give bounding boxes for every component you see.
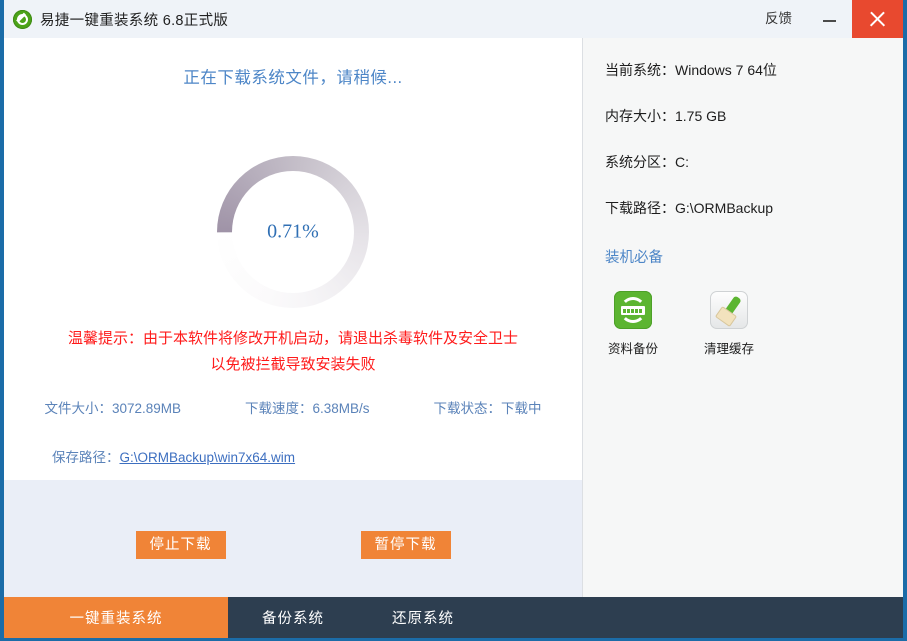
warning-line-2: 以免被拦截导致安装失败 bbox=[210, 356, 376, 373]
save-path-link[interactable]: G:\ORMBackup\win7x64.wim bbox=[120, 450, 296, 465]
application-window: 易捷一键重装系统 6.8正式版 反馈 正在下载系统文件，请稍候... 0.71%… bbox=[0, 0, 907, 641]
minimize-button[interactable] bbox=[806, 0, 852, 38]
download-panel: 正在下载系统文件，请稍候... 0.71% 温馨提示：由于本软件将修改开机启动，… bbox=[4, 38, 582, 597]
save-path-label: 保存路径： bbox=[52, 450, 120, 465]
clean-cache-broom-icon bbox=[710, 291, 748, 329]
tab-one-key-reinstall[interactable]: 一键重装系统 bbox=[4, 597, 228, 638]
tile-data-backup[interactable]: 资料备份 bbox=[605, 291, 661, 357]
download-speed-label: 下载速度：6.38MB/s bbox=[245, 401, 370, 416]
info-row-current-system: 当前系统：Windows 7 64位 bbox=[605, 62, 777, 78]
info-row-system-partition: 系统分区：C: bbox=[605, 154, 689, 170]
system-info-sidebar: 当前系统：Windows 7 64位 内存大小：1.75 GB 系统分区：C: … bbox=[583, 38, 903, 597]
tile-data-backup-label: 资料备份 bbox=[607, 342, 658, 356]
file-size-label: 文件大小：3072.89MB bbox=[44, 401, 182, 416]
minimize-icon bbox=[822, 20, 836, 22]
close-button[interactable] bbox=[852, 0, 903, 38]
download-heading: 正在下载系统文件，请稍候... bbox=[183, 69, 403, 87]
download-state-label: 下载状态：下载中 bbox=[433, 401, 542, 416]
tile-clean-cache[interactable]: 清理缓存 bbox=[701, 291, 757, 357]
tab-backup-system[interactable]: 备份系统 bbox=[228, 597, 358, 638]
tab-restore-system[interactable]: 还原系统 bbox=[358, 597, 488, 638]
window-controls: 反馈 bbox=[751, 0, 903, 38]
warning-message: 温馨提示：由于本软件将修改开机启动，请退出杀毒软件及安全卫士 以免被拦截导致安装… bbox=[4, 326, 582, 378]
save-path-row: 保存路径：G:\ORMBackup\win7x64.wim bbox=[52, 446, 295, 466]
essentials-section-title: 装机必备 bbox=[605, 250, 663, 266]
feedback-button[interactable]: 反馈 bbox=[751, 0, 806, 38]
info-row-memory-size: 内存大小：1.75 GB bbox=[605, 108, 727, 124]
pause-download-button[interactable]: 暂停下载 bbox=[360, 531, 451, 559]
app-logo-icon bbox=[13, 9, 32, 29]
system-info-list: 当前系统：Windows 7 64位 内存大小：1.75 GB 系统分区：C: … bbox=[605, 60, 891, 244]
stop-download-button[interactable]: 停止下载 bbox=[135, 531, 226, 559]
warning-line-1: 温馨提示：由于本软件将修改开机启动，请退出杀毒软件及安全卫士 bbox=[67, 330, 518, 347]
app-title: 易捷一键重装系统 6.8正式版 bbox=[40, 12, 229, 29]
progress-ring: 0.71% bbox=[217, 156, 369, 308]
tile-clean-cache-label: 清理缓存 bbox=[703, 342, 754, 356]
essentials-tiles: 资料备份 清理缓存 bbox=[605, 291, 757, 357]
title-bar: 易捷一键重装系统 6.8正式版 反馈 bbox=[4, 0, 903, 38]
download-status-row: 文件大小：3072.89MB 下载速度：6.38MB/s 下载状态：下载中 bbox=[4, 397, 582, 417]
progress-percent-label: 0.71% bbox=[267, 220, 319, 243]
content-area: 正在下载系统文件，请稍候... 0.71% 温馨提示：由于本软件将修改开机启动，… bbox=[4, 38, 903, 597]
info-row-download-path: 下载路径：G:\ORMBackup bbox=[605, 200, 774, 216]
download-actions: 停止下载 暂停下载 bbox=[4, 531, 582, 559]
data-backup-icon bbox=[614, 291, 652, 329]
memory-stick-icon bbox=[621, 306, 645, 315]
bottom-tab-bar: 一键重装系统 备份系统 还原系统 bbox=[4, 597, 903, 638]
